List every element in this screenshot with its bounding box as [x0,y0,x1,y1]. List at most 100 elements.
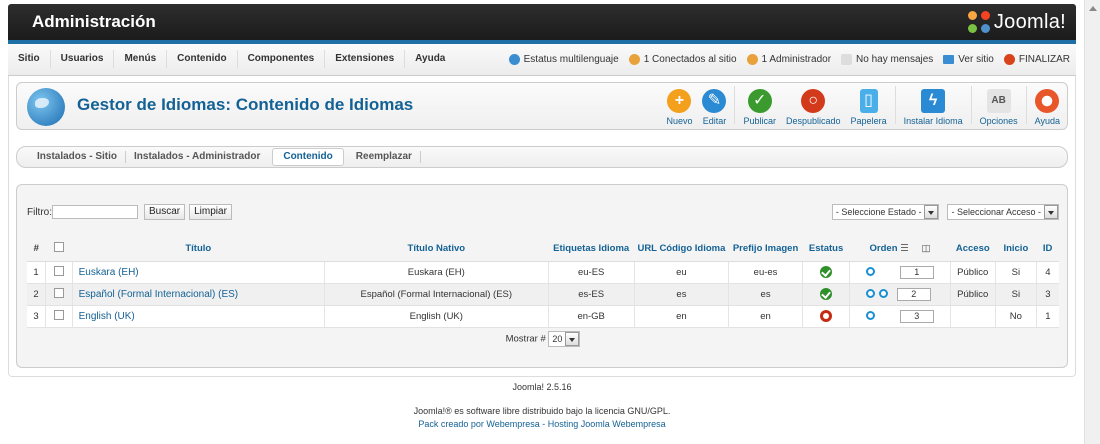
options-button[interactable]: AB Opciones [975,86,1023,126]
unpublished-icon[interactable] [820,310,833,322]
menu-menus[interactable]: Menús [114,50,168,68]
row-native-title: Euskara (EH) [324,261,549,284]
row-image-prefix: eu-es [728,261,803,284]
tab-content[interactable]: Contenido [272,148,344,166]
col-home[interactable]: Inicio [995,237,1037,262]
save-order-icon[interactable]: ◫ [921,243,930,254]
show-limit-select[interactable]: 20 [548,331,581,348]
row-lang-tag: en-GB [548,305,635,328]
menu-sitio[interactable]: Sitio [8,50,51,68]
new-button[interactable]: + Nuevo [661,86,697,126]
publish-button[interactable]: ✓ Publicar [738,86,781,126]
joomla-logo: Joomla! [967,10,1066,34]
scroll-up-icon[interactable] [1089,6,1097,11]
tab-overrides[interactable]: Reemplazar [348,151,421,163]
menu-usuarios[interactable]: Usuarios [51,50,115,68]
languages-globe-icon [27,88,65,126]
col-url-code[interactable]: URL Código Idioma [634,237,729,262]
menu-componentes[interactable]: Componentes [238,50,326,68]
move-down-icon[interactable] [879,289,889,299]
col-order-label: Orden [869,243,898,255]
users-icon [628,53,640,65]
row-checkbox[interactable] [53,309,64,320]
toolbar-divider [970,86,972,124]
status-admin-label: 1 Administrador [761,53,832,65]
menu-ayuda[interactable]: Ayuda [405,50,455,68]
filter-search-input[interactable] [52,205,138,219]
row-title-link[interactable]: English (UK) [72,305,325,328]
publish-button-label: Publicar [743,116,776,126]
lifebuoy-icon [1035,89,1060,113]
published-icon[interactable] [820,288,833,300]
col-status[interactable]: Estatus [802,237,850,262]
credits-link[interactable]: Pack creado por Webempresa - Hosting Joo… [0,419,1084,429]
row-url-code: es [634,283,730,306]
row-title-link[interactable]: Español (Formal Internacional) (ES) [72,283,325,306]
show-limit-value: 20 [552,334,563,345]
check-all-checkbox[interactable] [53,242,64,253]
published-icon[interactable] [820,266,833,278]
row-access: Público [950,261,996,284]
edit-button[interactable]: ✎ Editar [697,86,731,126]
move-down-icon[interactable] [866,267,876,277]
unpublish-button[interactable]: ○ Despublicado [781,86,846,126]
install-language-button-label: Instalar Idioma [903,116,963,126]
table-row: 2 Español (Formal Internacional) (ES) Es… [27,283,1059,306]
main-menu-bar: Sitio Usuarios Menús Contenido Component… [8,40,1076,76]
unpublish-icon: ○ [801,89,826,113]
help-button[interactable]: Ayuda [1030,86,1065,126]
menu-extensiones[interactable]: Extensiones [325,50,406,68]
logout-link[interactable]: FINALIZAR [1003,50,1070,68]
row-image-prefix: es [728,283,803,306]
status-messages[interactable]: No hay mensajes [841,50,933,68]
edit-button-label: Editar [702,116,727,126]
languages-content-panel: Filtro: Buscar Limpiar - Seleccione Esta… [16,184,1068,368]
row-status [802,283,851,306]
row-native-title: English (UK) [324,305,549,328]
col-lang-tag[interactable]: Etiquetas Idioma [548,237,635,262]
trash-icon: ▯ [859,89,878,113]
col-id[interactable]: ID [1036,237,1059,262]
col-access[interactable]: Acceso [950,237,996,262]
row-url-code: en [634,305,730,328]
toolbar-divider [1025,86,1027,124]
trash-button[interactable]: ▯ Papelera [846,86,892,126]
tab-installed-site[interactable]: Instalados - Sitio [29,151,127,163]
move-up-icon[interactable] [866,311,876,321]
col-title[interactable]: Título [72,237,325,262]
row-num: 3 [27,305,46,328]
state-select[interactable]: - Seleccione Estado - [831,204,940,220]
menu-contenido[interactable]: Contenido [167,50,238,68]
sort-icon: ☰ [900,243,909,255]
row-select [45,305,73,328]
order-input[interactable]: 2 [896,287,931,301]
move-up-icon[interactable] [866,289,876,299]
access-select-value: - Seleccionar Acceso - [951,207,1041,217]
row-checkbox[interactable] [53,287,64,298]
col-num: # [27,237,46,262]
search-button[interactable]: Buscar [144,204,186,220]
view-site-link[interactable]: Ver sitio [943,50,994,68]
vertical-scrollbar[interactable] [1084,0,1100,444]
view-site-label: Ver sitio [958,53,994,65]
row-home: No [995,305,1037,328]
row-title-link[interactable]: Euskara (EH) [72,261,325,284]
row-checkbox[interactable] [53,265,64,276]
clear-button[interactable]: Limpiar [189,204,232,220]
col-order[interactable]: Orden ☰ ◫ [849,237,951,262]
toolbar-divider [894,86,896,124]
row-access: Público [950,283,996,306]
access-select[interactable]: - Seleccionar Acceso - [947,204,1059,220]
license-label[interactable]: Joomla!® es software libre distribuido b… [414,406,671,416]
col-image-prefix[interactable]: Prefijo Imagen [728,237,803,262]
filter-selects: - Seleccione Estado - - Seleccionar Acce… [831,204,1059,220]
row-order: 1 [849,261,951,284]
status-multilang[interactable]: Estatus multilenguaje [508,50,619,68]
tab-installed-admin[interactable]: Instalados - Administrador [126,151,268,163]
table-row: 1 Euskara (EH) Euskara (EH) eu-ES eu eu-… [27,261,1059,284]
order-input[interactable]: 3 [899,309,934,323]
order-input[interactable]: 1 [899,265,934,279]
col-native-title[interactable]: Título Nativo [324,237,549,262]
install-language-button[interactable]: ϟ Instalar Idioma [899,86,968,126]
joomla-logo-text: Joomla! [993,10,1066,33]
